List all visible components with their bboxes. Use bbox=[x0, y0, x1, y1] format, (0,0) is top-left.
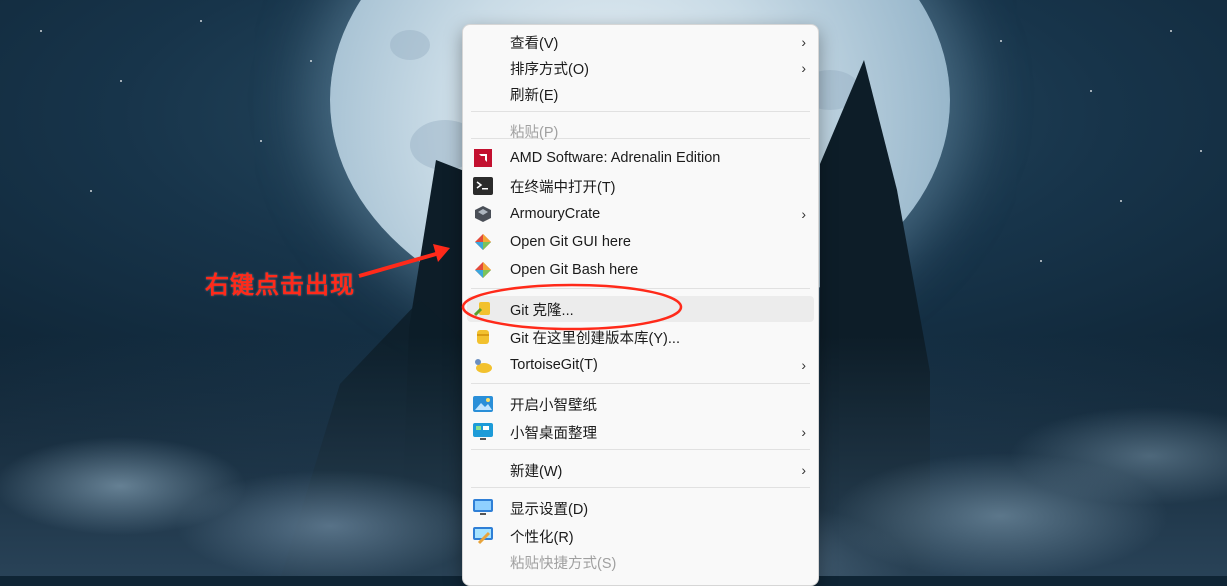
menu-item[interactable]: 开启小智壁纸 bbox=[467, 391, 814, 417]
chevron-right-icon: › bbox=[801, 357, 806, 373]
menu-item-label: Open Git Bash here bbox=[510, 262, 639, 278]
menu-item-label: 新建(W) bbox=[510, 463, 563, 480]
menu-item-label: AMD Software: Adrenalin Edition bbox=[510, 150, 721, 166]
git-bash-icon bbox=[473, 260, 493, 280]
menu-item-label: 粘贴(P) bbox=[510, 124, 559, 141]
menu-item[interactable]: 刷新(E) bbox=[467, 81, 814, 107]
menu-item-label: TortoiseGit(T) bbox=[510, 357, 598, 373]
chevron-right-icon: › bbox=[801, 34, 806, 50]
menu-item-label: ArmouryCrate bbox=[510, 206, 601, 222]
menu-item[interactable]: TortoiseGit(T) › bbox=[467, 352, 814, 378]
annotation-label: 右键点击出现 bbox=[205, 271, 355, 299]
menu-separator bbox=[471, 487, 810, 488]
annotation-ellipse bbox=[461, 283, 683, 331]
chevron-right-icon: › bbox=[801, 60, 806, 76]
menu-separator bbox=[471, 383, 810, 384]
menu-item[interactable]: 显示设置(D) bbox=[467, 495, 814, 521]
wallpaper-icon bbox=[473, 394, 493, 414]
menu-item[interactable]: Open Git Bash here bbox=[467, 257, 814, 283]
menu-item[interactable]: 粘贴快捷方式(S) bbox=[467, 549, 814, 575]
menu-item[interactable]: 小智桌面整理 › bbox=[467, 419, 814, 445]
desktop-organize-icon bbox=[473, 422, 493, 442]
chevron-right-icon: › bbox=[801, 462, 806, 478]
menu-item-label: 排序方式(O) bbox=[510, 61, 589, 78]
chevron-right-icon: › bbox=[801, 424, 806, 440]
menu-item[interactable]: AMD Software: Adrenalin Edition bbox=[467, 145, 814, 171]
amd-icon bbox=[473, 148, 493, 168]
menu-item[interactable]: Open Git GUI here bbox=[467, 229, 814, 255]
menu-item-label: Open Git GUI here bbox=[510, 234, 631, 250]
menu-item-label: 在终端中打开(T) bbox=[510, 179, 616, 196]
armoury-crate-icon bbox=[473, 204, 493, 224]
menu-item-label: 查看(V) bbox=[510, 35, 559, 52]
menu-item-label: 开启小智壁纸 bbox=[510, 397, 597, 414]
menu-item[interactable]: 个性化(R) bbox=[467, 523, 814, 549]
menu-item-label: 显示设置(D) bbox=[510, 501, 589, 518]
terminal-icon bbox=[473, 176, 493, 196]
menu-item-label: 个性化(R) bbox=[510, 529, 574, 546]
menu-item-label: 刷新(E) bbox=[510, 87, 559, 104]
tortoisegit-icon bbox=[473, 355, 493, 375]
menu-item[interactable]: 粘贴(P) bbox=[467, 118, 814, 144]
menu-item[interactable]: 新建(W) › bbox=[467, 457, 814, 483]
menu-item-label: 小智桌面整理 bbox=[510, 425, 597, 442]
menu-item-label: 粘贴快捷方式(S) bbox=[510, 555, 617, 572]
menu-item[interactable]: 在终端中打开(T) bbox=[467, 173, 814, 199]
menu-item[interactable]: ArmouryCrate › bbox=[467, 201, 814, 227]
menu-item[interactable]: 排序方式(O) › bbox=[467, 55, 814, 81]
chevron-right-icon: › bbox=[801, 206, 806, 222]
display-settings-icon bbox=[473, 498, 493, 518]
personalize-icon bbox=[473, 526, 493, 546]
menu-item[interactable]: 查看(V) › bbox=[467, 29, 814, 55]
git-gui-icon bbox=[473, 232, 493, 252]
menu-separator bbox=[471, 111, 810, 112]
annotation-arrow bbox=[358, 244, 450, 278]
menu-separator bbox=[471, 449, 810, 450]
